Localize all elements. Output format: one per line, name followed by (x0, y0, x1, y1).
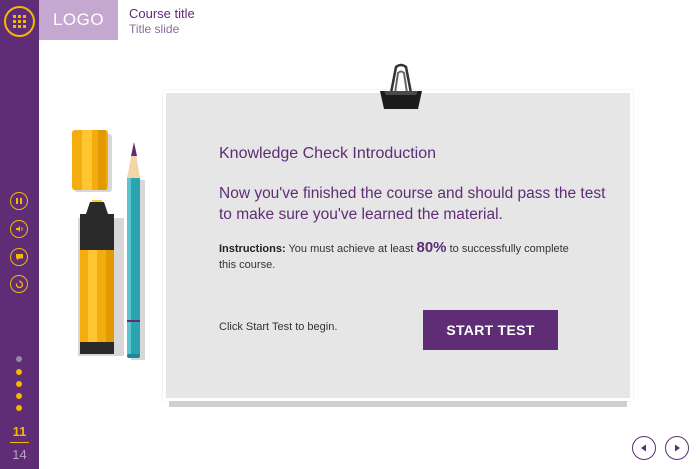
instructions-label: Instructions: (219, 243, 286, 255)
volume-button[interactable] (10, 220, 28, 238)
intro-text: Now you've finished the course and shoul… (219, 185, 606, 223)
sidebar: 11 14 (0, 0, 39, 469)
pause-icon (16, 198, 22, 204)
binder-clip-icon (380, 63, 422, 109)
prev-button[interactable] (632, 436, 656, 460)
chevron-right-icon (675, 444, 680, 452)
pause-button[interactable] (10, 192, 28, 210)
grid-menu-icon (13, 15, 26, 28)
slide-title: Title slide (129, 22, 180, 36)
highlighter-pencil-illustration (72, 130, 145, 360)
next-button[interactable] (665, 436, 689, 460)
instructions-text: Instructions: You must achieve at least … (219, 240, 579, 273)
pass-percentage: 80% (416, 239, 447, 256)
course-title: Course title (129, 6, 195, 21)
instructions-before: You must achieve at least (285, 243, 417, 255)
pencil-icon (127, 142, 145, 360)
menu-button[interactable] (4, 6, 35, 37)
notes-button[interactable] (10, 248, 28, 266)
chevron-left-icon (641, 444, 646, 452)
progress-dot (16, 369, 22, 375)
progress-dot (16, 393, 22, 399)
highlighter-cap-icon (72, 130, 112, 192)
replay-button[interactable] (10, 275, 28, 293)
start-test-button[interactable]: START TEST (423, 310, 558, 350)
highlighter-body-icon (78, 200, 124, 356)
page-current: 11 (12, 424, 27, 439)
volume-icon (15, 226, 23, 232)
replay-icon (15, 279, 23, 288)
begin-text: Click Start Test to begin. (219, 321, 338, 333)
progress-dot (16, 405, 22, 411)
progress-dot (16, 356, 22, 362)
notes-icon (15, 254, 23, 261)
knowledge-check-title: Knowledge Check Introduction (219, 145, 437, 162)
page-total: 14 (12, 447, 27, 462)
progress-dot (16, 381, 22, 387)
logo: LOGO (39, 0, 118, 40)
page-divider (10, 442, 29, 443)
